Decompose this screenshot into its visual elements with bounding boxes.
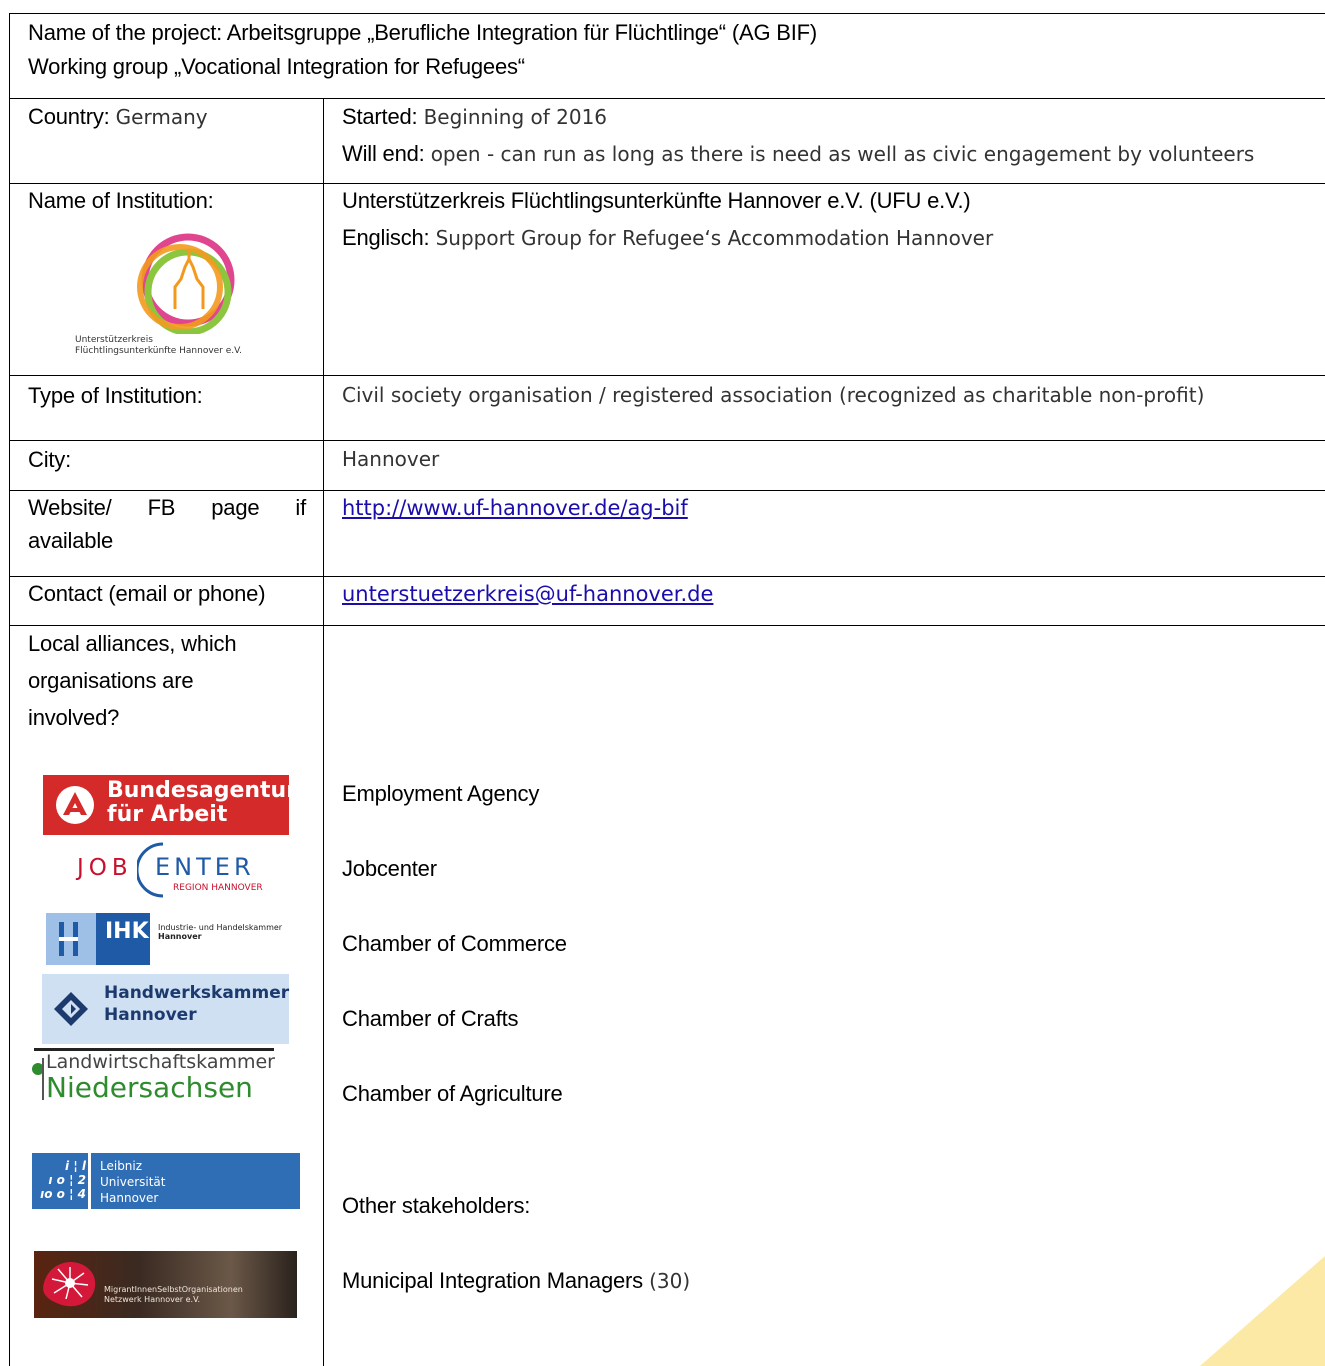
other-stakeholders-label: Other stakeholders: xyxy=(342,1193,531,1218)
ufu-logo-text-2: Flüchtlingsunterkünfte Hannover e.V. xyxy=(75,346,243,356)
jobcenter-enter-text: ENTER xyxy=(155,853,255,881)
started-field: Started: Beginning of 2016 xyxy=(342,100,607,134)
leibniz-text-1: Leibniz xyxy=(100,1159,143,1173)
will-end-field: Will end: open - can run as long as ther… xyxy=(342,137,1254,171)
bundesagentur-logo: Bundesagentur für Arbeit xyxy=(43,775,297,835)
landwirtschaftskammer-text-1: Landwirtschaftskammer xyxy=(46,1051,275,1073)
project-table: Name of the project: Arbeitsgruppe „Beru… xyxy=(9,13,1325,1366)
ufu-logo-text-1: Unterstützerkreis xyxy=(75,335,153,345)
municipal-managers-count: (30) xyxy=(649,1269,691,1293)
alliance-item: Chamber of Crafts xyxy=(342,1006,519,1031)
ihk-text: IHK xyxy=(105,919,149,944)
will-end-value: open - can run as long as there is need … xyxy=(430,142,1255,166)
jobcenter-logo: JOB ENTER REGION HANNOVER xyxy=(69,841,269,899)
municipal-managers-label: Municipal Integration Managers xyxy=(342,1268,643,1293)
institution-english-field: Englisch: Support Group for Refugee‘s Ac… xyxy=(342,221,993,255)
landwirtschaftskammer-sprout-icon xyxy=(32,1058,44,1100)
institution-label: Name of Institution: xyxy=(28,188,214,213)
alliances-label: Local alliances, which xyxy=(28,631,237,656)
handwerkskammer-text-1: Handwerkskammer xyxy=(104,983,290,1003)
row-divider xyxy=(9,440,1325,441)
table-border-top xyxy=(9,13,1325,14)
institution-english-label: Englisch: xyxy=(342,225,430,250)
started-value: Beginning of 2016 xyxy=(423,105,608,129)
ihk-subtitle-2: Hannover xyxy=(158,932,202,941)
project-name-english-line: Working group „Vocational Integration fo… xyxy=(28,54,525,79)
project-name-line: Name of the project: Arbeitsgruppe „Beru… xyxy=(28,20,818,45)
landwirtschaftskammer-text-2: Niedersachsen xyxy=(46,1071,253,1104)
city-label: City: xyxy=(28,447,72,472)
mso-network-logo: MigrantInnenSelbstOrganisationen Netzwer… xyxy=(34,1251,297,1318)
ihk-h-icon xyxy=(59,922,78,956)
type-label: Type of Institution: xyxy=(28,383,203,408)
country-value: Germany xyxy=(115,105,208,129)
website-label-part: if xyxy=(295,495,306,520)
mso-map-icon xyxy=(43,1261,96,1307)
website-link[interactable]: http://www.uf-hannover.de/ag-bif xyxy=(342,496,688,520)
ufu-logo-icon xyxy=(137,233,235,336)
ufu-logo: Unterstützerkreis Flüchtlingsunterkünfte… xyxy=(75,229,275,361)
handwerkskammer-logo: Handwerkskammer Hannover xyxy=(42,974,289,1044)
handwerkskammer-text-2: Hannover xyxy=(104,1005,197,1025)
row-divider xyxy=(9,98,1325,99)
institution-name: Unterstützerkreis Flüchtlingsunterkünfte… xyxy=(342,188,971,213)
website-label-available: available xyxy=(28,528,114,553)
website-label-part: Website/ xyxy=(28,495,112,520)
jobcenter-region-text: REGION HANNOVER xyxy=(173,883,263,893)
mso-text-2: Netzwerk Hannover e.V. xyxy=(104,1295,201,1304)
bundesagentur-text-2: für Arbeit xyxy=(107,802,228,827)
ihk-logo: IHK Industrie- und Handelskammer Hannove… xyxy=(46,913,296,965)
bundesagentur-emblem-icon xyxy=(56,786,94,824)
page-corner-decoration xyxy=(1200,1256,1325,1366)
bundesagentur-text-1: Bundesagentur xyxy=(107,778,298,803)
municipal-managers: Municipal Integration Managers (30) xyxy=(342,1264,690,1298)
type-value: Civil society organisation / registered … xyxy=(342,383,1205,407)
row-divider xyxy=(9,625,1325,626)
country-label: Country: xyxy=(28,104,110,129)
contact-label: Contact (email or phone) xyxy=(28,581,266,606)
leibniz-text-2: Universität xyxy=(100,1175,166,1189)
alliances-label: organisations are xyxy=(28,668,194,693)
handwerkskammer-emblem-icon xyxy=(54,992,88,1026)
table-column-divider xyxy=(323,98,324,1366)
alliance-item: Jobcenter xyxy=(342,856,437,881)
website-label-part: FB xyxy=(147,495,176,520)
institution-english-value: Support Group for Refugee‘s Accommodatio… xyxy=(435,226,994,250)
city-value: Hannover xyxy=(342,447,440,471)
website-label-part: page xyxy=(211,495,260,520)
mso-text-1: MigrantInnenSelbstOrganisationen xyxy=(104,1285,243,1294)
leibniz-digits-icon: i ¦ l ı o ¦ 2 ıo o ¦ 4 xyxy=(40,1159,86,1201)
country-field: Country: Germany xyxy=(28,100,208,134)
row-divider xyxy=(9,375,1325,376)
will-end-label: Will end: xyxy=(342,141,425,166)
alliance-item: Chamber of Agriculture xyxy=(342,1081,563,1106)
contact-email-link[interactable]: unterstuetzerkreis@uf-hannover.de xyxy=(342,582,713,606)
alliance-item: Employment Agency xyxy=(342,781,540,806)
ihk-subtitle-1: Industrie- und Handelskammer xyxy=(158,923,283,932)
leibniz-text-3: Hannover xyxy=(100,1191,159,1205)
jobcenter-job-text: JOB xyxy=(77,855,133,881)
leibniz-university-logo: i ¦ l ı o ¦ 2 ıo o ¦ 4 Leibniz Universit… xyxy=(32,1153,300,1209)
website-label: Website/ FB page if xyxy=(28,491,306,524)
landwirtschaftskammer-logo: Landwirtschaftskammer Niedersachsen xyxy=(32,1048,302,1108)
alliances-label: involved? xyxy=(28,705,120,730)
table-border-left xyxy=(9,13,10,1366)
started-label: Started: xyxy=(342,104,418,129)
alliance-item: Chamber of Commerce xyxy=(342,931,567,956)
